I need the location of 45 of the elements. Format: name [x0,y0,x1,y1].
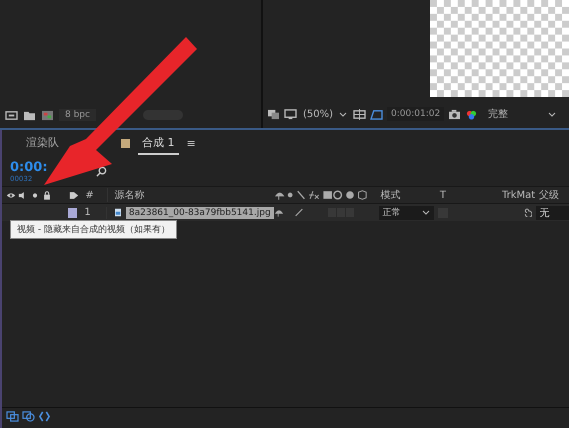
panel-tab[interactable]: 渲染队 [22,132,63,154]
interpret-footage-icon[interactable] [5,110,18,120]
camera-icon[interactable] [448,108,462,120]
chevron-icon [548,112,556,116]
mask-boundary-icon[interactable] [370,108,384,120]
column-header[interactable]: 父级 [539,188,569,202]
solo-icon[interactable] [30,190,40,200]
new-composition-icon[interactable] [41,110,54,120]
grid-icon[interactable] [353,108,366,120]
monitor-icon[interactable] [284,108,297,120]
overlap-icon[interactable] [22,411,35,422]
search-icon[interactable] [95,166,108,176]
composition-color-icon [121,138,130,148]
lock-icon[interactable] [42,190,52,200]
brackets-icon[interactable] [38,411,51,422]
label-icon[interactable] [68,190,78,200]
resolution-dropdown[interactable]: 完整 [486,107,558,121]
color-channels-icon[interactable] [465,108,478,120]
bit-depth-label[interactable]: 8 bpc [59,109,96,121]
quality-switch-icon[interactable] [294,208,304,217]
column-header[interactable]: T [440,190,458,200]
column-header[interactable]: 模式 [380,188,440,202]
zoom-dropdown[interactable]: (50%) [301,108,350,120]
chevron-icon [422,210,430,215]
layers-icon[interactable] [267,108,280,120]
layer-row[interactable]: 1 8a23861_00-83a79fbb5141.jpg 正常 无 [2,204,569,221]
panel-menu-icon[interactable]: ≡ [186,136,196,150]
column-header[interactable]: TrkMat [458,190,540,200]
parent-dropdown[interactable]: 无 [536,206,569,220]
eye-icon[interactable] [6,190,16,200]
image-file-icon [112,208,123,217]
column-header[interactable]: # [85,190,108,200]
tooltip: 视频 - 隐藏来自合成的视频（如果有） [10,220,177,239]
layers-icon[interactable] [6,411,19,422]
panel-tab[interactable]: 合成 1 [138,132,178,154]
folder-icon[interactable] [23,110,36,120]
label-color-icon[interactable] [68,208,78,218]
current-time[interactable]: 0:00: [10,160,48,174]
chevron-icon [339,112,348,116]
mode-dropdown[interactable]: 正常 [378,206,434,220]
column-header[interactable]: 源名称 [107,188,272,202]
layer-number: 1 [84,207,92,218]
layer-name[interactable]: 8a23861_00-83a79fbb5141.jpg [126,206,274,218]
timecode-field[interactable]: 0:00:01:02 [387,107,444,121]
collapse-switch-icon[interactable] [274,208,284,217]
